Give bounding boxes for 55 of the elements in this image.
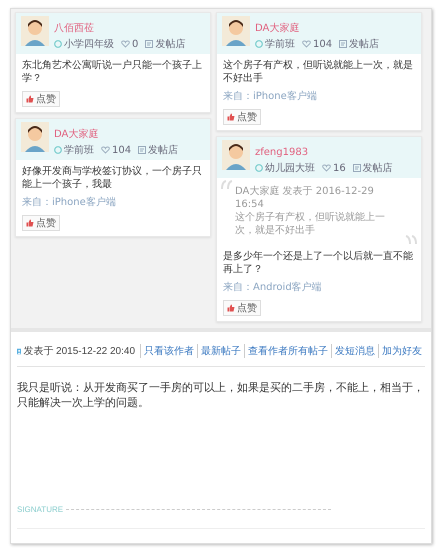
post-body: 我只是听说：从开发商买了一手房的可以上，如果是买的二手房，不能上，相当于，只能解决一次上学的问题。 [17,380,425,412]
thumb-up-icon [227,304,235,312]
post-date: 发表于 2015-12-22 20:40 [22,344,136,358]
post-text: 是多少年一个还是上了一个以后就一直不能再上了？ [222,250,414,276]
posts-label: 发帖店 [148,144,178,157]
post-link[interactable]: 发短消息 [331,344,378,358]
post-link[interactable]: 加为好友 [378,344,425,358]
post-link[interactable]: 只看该作者 [140,344,197,358]
source-label: 来自：iPhone客户端 [21,196,117,209]
post-link[interactable]: 查看作者所有帖子 [244,344,331,358]
quote-close-icon [405,235,417,245]
like-button[interactable]: 点赞 [22,215,60,231]
heart-icon [121,40,130,48]
user-level: 学前班 [64,144,94,157]
document-icon [145,40,154,48]
user-name[interactable]: DA大家庭 [255,23,300,34]
post-count: 16 [333,162,346,174]
user-name[interactable]: 八佰西莅 [54,23,94,34]
user-level: 小学四年级 [64,38,114,51]
quote-author: DA大家庭 发表于 2016-12-29 16:54 [235,185,375,211]
post-text: 东北角艺术公寓听说一户只能一个孩子上学？ [21,58,203,85]
post-count: 104 [313,38,332,50]
thumb-up-icon [26,219,34,227]
thumb-up-icon [227,113,235,121]
avatar-icon [222,140,250,170]
post-count: 104 [112,144,132,156]
post-count: 0 [132,38,138,50]
like-button[interactable]: 点赞 [223,109,261,125]
avatar-icon [21,122,49,152]
like-button[interactable]: 点赞 [223,300,261,316]
posts-label: 发帖店 [349,38,380,51]
document-icon [352,164,361,172]
post-text: 这个房子有产权，但听说就能上一次，就是不好出手 [222,58,414,85]
post-text: 好像开发商与学校签订协议，一个房子只能上一个孩子，我最 [21,164,203,191]
signature-label: SIGNATURE [17,505,64,514]
posts-label: 发帖店 [155,38,186,51]
user-name[interactable]: zfeng1983 [255,147,308,158]
quote-open-icon [221,180,233,190]
like-button[interactable]: 点赞 [22,91,60,107]
avatar-icon [21,16,49,46]
source-label: 来自：Android客户端 [222,280,323,294]
source-label: 来自：iPhone客户端 [222,90,318,103]
document-icon [339,40,348,48]
document-icon [138,146,146,154]
user-level: 学前班 [265,38,295,51]
heart-icon [302,40,311,48]
user-level: 幼儿园大班 [265,162,315,175]
posts-label: 发帖店 [362,162,393,175]
avatar-icon [222,16,250,46]
post-link[interactable]: 最新帖子 [197,344,244,358]
thumb-up-icon [26,95,34,103]
heart-icon [322,164,331,172]
user-name[interactable]: DA大家庭 [54,129,98,140]
quote-text: 这个房子有产权，但听说就能上一次，就是不好出手 [235,212,385,236]
heart-icon [101,146,110,154]
